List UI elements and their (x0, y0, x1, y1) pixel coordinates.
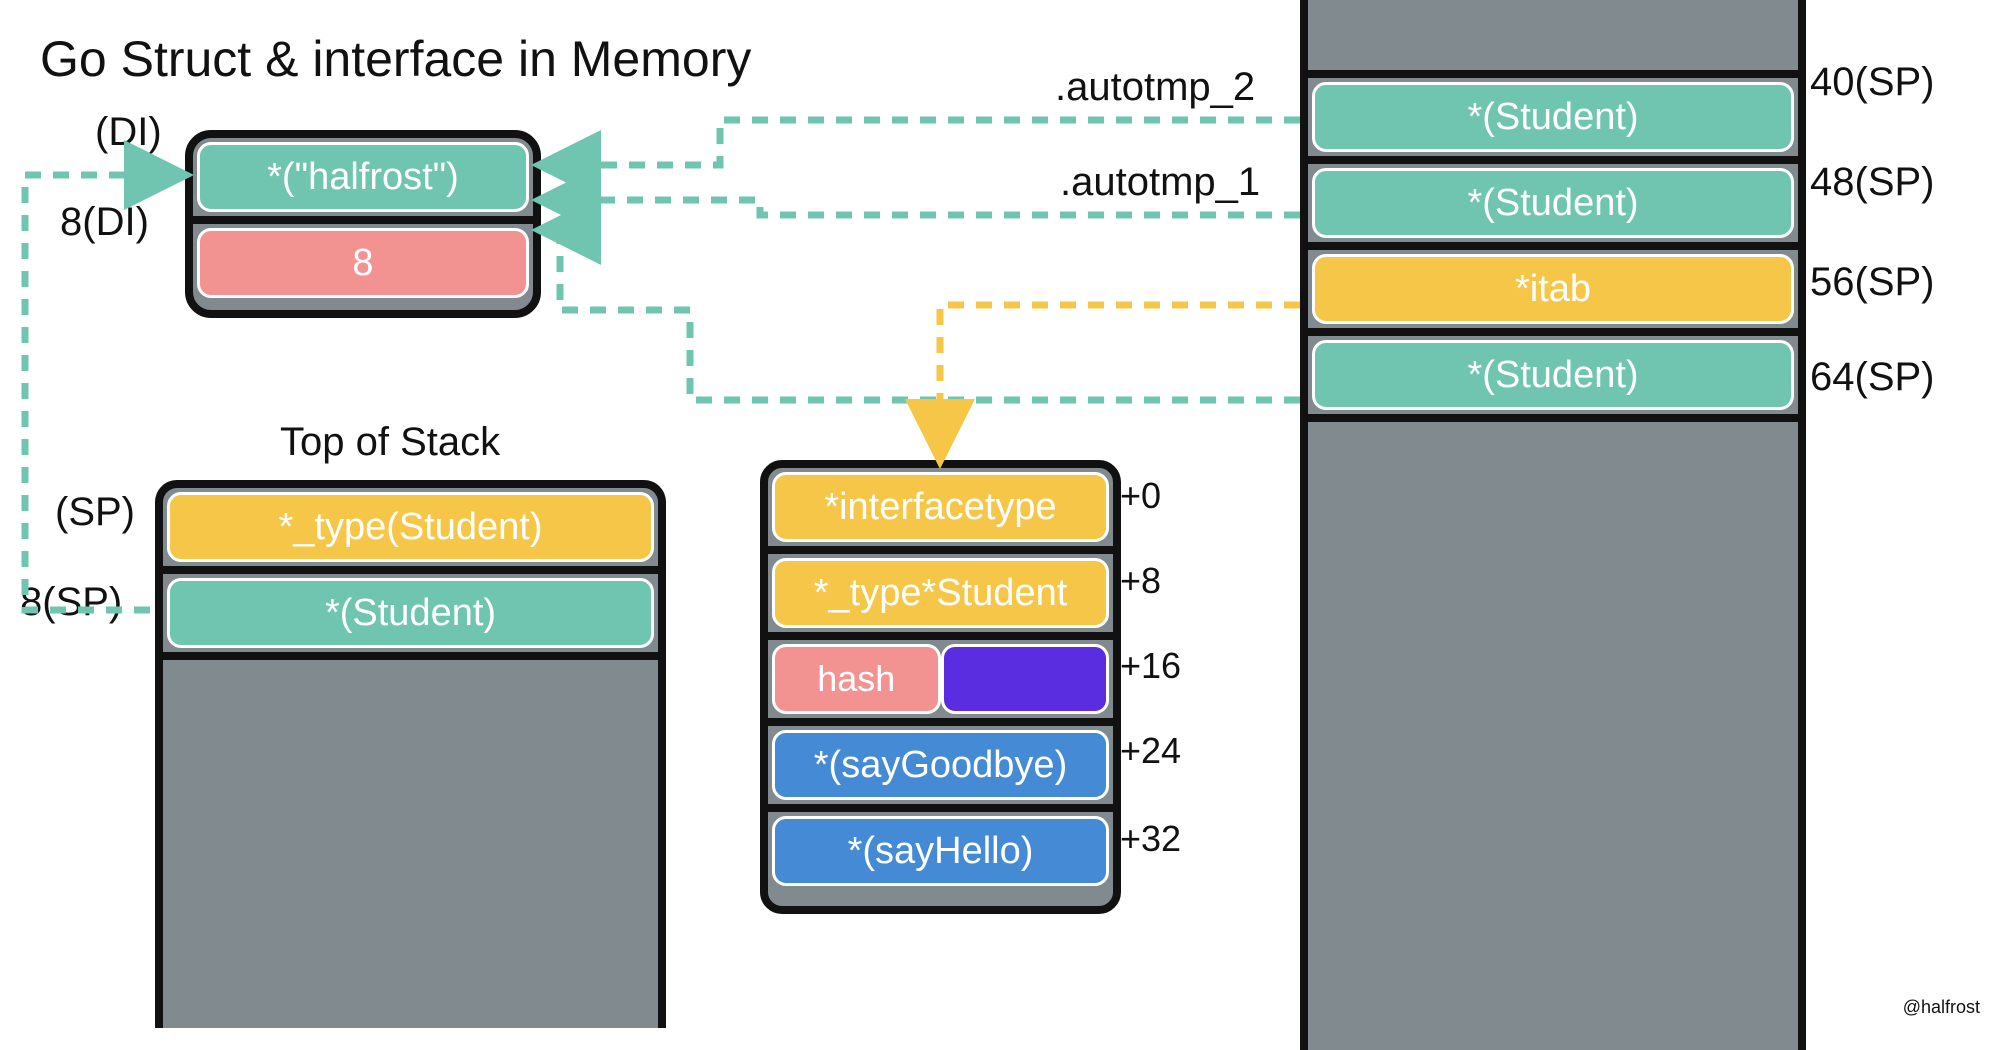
stack-top-title: Top of Stack (280, 420, 500, 465)
r-cell-0: *(Student) (1312, 82, 1794, 152)
sp-label-1: 8(SP) (20, 580, 122, 625)
itab-cell-0: *interfacetype (772, 472, 1109, 542)
itab-off-1: +8 (1120, 560, 1161, 602)
itab-cell-2-left: hash (772, 644, 941, 714)
autotmp2: .autotmp_2 (1055, 65, 1255, 110)
autotmp1: .autotmp_1 (1060, 160, 1260, 205)
itab-box: *interfacetype *_type*Student hash *(say… (760, 460, 1121, 914)
diagram-title: Go Struct & interface in Memory (40, 30, 751, 88)
di-label-0: (DI) (95, 110, 162, 155)
r-off-1: 48(SP) (1810, 160, 1935, 205)
r-cell-3: *(Student) (1312, 340, 1794, 410)
r-off-2: 56(SP) (1810, 260, 1935, 305)
itab-cell-3: *(sayGoodbye) (772, 730, 1109, 800)
sp-label-0: (SP) (55, 490, 135, 535)
stack-top-cell-1: *(Student) (167, 578, 654, 648)
itab-off-2: +16 (1120, 645, 1181, 687)
right-stack: *(Student) *(Student) *itab *(Student) (1300, 0, 1806, 1050)
itab-cell-1: *_type*Student (772, 558, 1109, 628)
di-box: *("halfrost") 8 (185, 130, 541, 318)
itab-cell-4: *(sayHello) (772, 816, 1109, 886)
r-cell-2: *itab (1312, 254, 1794, 324)
di-label-1: 8(DI) (60, 200, 149, 245)
credit: @halfrost (1903, 997, 1980, 1018)
r-off-3: 64(SP) (1810, 355, 1935, 400)
di-cell-0: *("halfrost") (197, 142, 529, 212)
stack-top-cell-0: *_type(Student) (167, 492, 654, 562)
r-off-0: 40(SP) (1810, 60, 1935, 105)
itab-off-0: +0 (1120, 475, 1161, 517)
di-cell-1: 8 (197, 228, 529, 298)
r-cell-1: *(Student) (1312, 168, 1794, 238)
stack-top-box: *_type(Student) *(Student) (155, 480, 666, 1028)
itab-off-3: +24 (1120, 730, 1181, 772)
itab-cell-2-right (941, 644, 1110, 714)
itab-off-4: +32 (1120, 818, 1181, 860)
